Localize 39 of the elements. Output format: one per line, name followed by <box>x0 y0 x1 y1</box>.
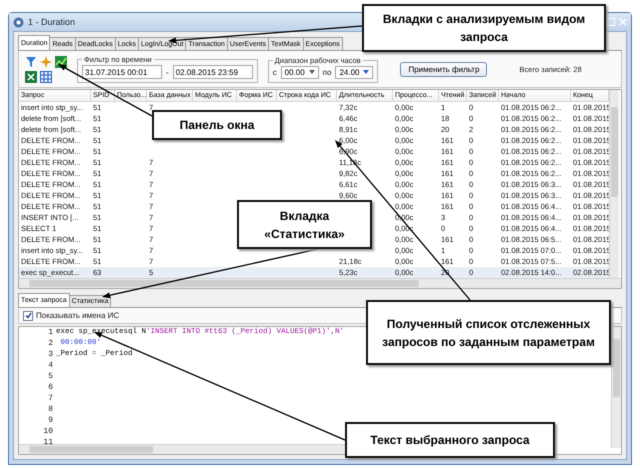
vertical-scrollbar[interactable] <box>611 327 621 448</box>
date-field[interactable]: 31.07.2015 00:01 <box>82 65 162 79</box>
apply-filter-button[interactable]: Применить фильтр <box>400 62 488 76</box>
table-icon[interactable] <box>40 70 52 82</box>
range-separator: - <box>166 68 169 76</box>
app-icon <box>13 16 24 28</box>
date-field[interactable]: 02.08.2015 23:59 <box>172 65 253 79</box>
callout-tooltip: Панель окна <box>152 110 282 140</box>
spreadsheet-icon[interactable] <box>25 70 37 82</box>
hour-dropdown[interactable]: 00.00 <box>280 66 319 78</box>
filter-icon[interactable] <box>25 56 37 68</box>
hour-dropdown[interactable]: 24.00 <box>335 66 374 78</box>
caret-icon <box>363 70 370 74</box>
horizontal-scrollbar[interactable] <box>19 278 621 288</box>
close-icon[interactable] <box>619 18 627 26</box>
caret-icon <box>308 70 315 74</box>
line-number: 5 <box>48 371 53 382</box>
line-number: 4 <box>48 360 53 371</box>
line-number: 1 <box>48 327 53 338</box>
line-number: 3 <box>48 349 53 360</box>
callout-tooltip: Вкладка «Статистика» <box>237 200 372 249</box>
checkbox[interactable] <box>23 310 33 320</box>
callout-tooltip: Текст выбранного запроса <box>345 422 555 458</box>
line-number: 2 <box>48 338 53 349</box>
line-number: 8 <box>48 404 53 415</box>
to-label: по <box>322 68 332 76</box>
callout-tooltip: Вкладки с анализируемым видом запроса <box>362 4 606 52</box>
line-number: 6 <box>48 382 53 393</box>
vertical-scrollbar[interactable] <box>609 90 619 278</box>
line-number: 9 <box>48 415 53 426</box>
window-title: 1 - Duration <box>28 17 76 27</box>
line-number: 10 <box>43 426 53 437</box>
chart-icon[interactable] <box>55 56 67 68</box>
from-label: с <box>272 68 277 76</box>
maximize-icon[interactable] <box>607 18 615 26</box>
checkbox-label: Показывать имена ИС <box>36 311 120 320</box>
line-number: 7 <box>48 393 53 404</box>
line-number: 11 <box>43 437 53 448</box>
callout-tooltip: Полученный список отслеженных запросов по заданным параметрам <box>366 300 611 365</box>
